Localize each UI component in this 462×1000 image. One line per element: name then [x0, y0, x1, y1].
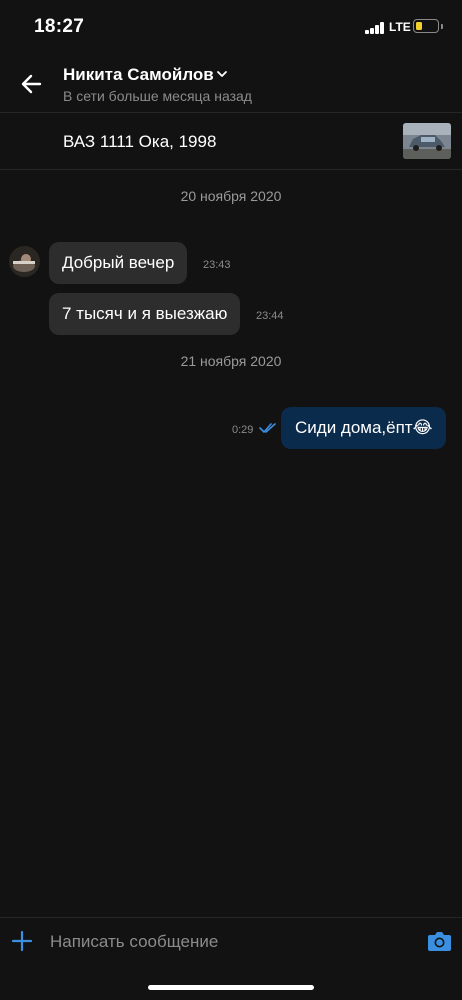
back-button[interactable] [18, 70, 46, 98]
contact-online-status: В сети больше месяца назад [63, 88, 252, 104]
status-bar: 18:27 LTE [0, 0, 462, 56]
car-photo-image [403, 123, 451, 159]
message-time: 23:44 [256, 310, 284, 322]
arrow-left-icon [21, 74, 42, 94]
date-separator: 21 ноября 2020 [180, 353, 282, 369]
double-check-icon [259, 423, 276, 433]
network-type: LTE [389, 20, 411, 34]
home-indicator[interactable] [148, 985, 314, 990]
battery-level [416, 22, 422, 30]
signal-strength-icon [365, 22, 385, 34]
avatar-image [9, 246, 40, 277]
message-bubble-incoming[interactable]: Добрый вечер [49, 242, 188, 284]
chat-header: Никита Самойлов В сети больше месяца наз… [0, 56, 462, 113]
message-time: 0:29 [232, 424, 254, 436]
contact-name[interactable]: Никита Самойлов [63, 65, 214, 85]
date-separator: 20 ноября 2020 [180, 188, 282, 204]
message-bubble-incoming[interactable]: 7 тысяч и я выезжаю [49, 293, 241, 335]
chevron-down-icon[interactable] [216, 68, 228, 80]
message-composer [0, 917, 462, 966]
message-bubble-outgoing[interactable]: Сиди дома,ёпт😂 [281, 407, 447, 449]
listing-card[interactable]: ВАЗ 1111 Ока, 1998 [0, 113, 462, 170]
plus-icon[interactable] [11, 930, 33, 952]
listing-thumbnail[interactable] [403, 123, 451, 159]
message-input[interactable] [50, 926, 410, 958]
contact-avatar[interactable] [9, 246, 40, 277]
status-time: 18:27 [34, 16, 85, 37]
listing-title[interactable]: ВАЗ 1111 Ока, 1998 [63, 132, 216, 152]
camera-icon[interactable] [427, 930, 452, 952]
battery-icon [413, 19, 443, 33]
message-time: 23:43 [203, 259, 231, 271]
